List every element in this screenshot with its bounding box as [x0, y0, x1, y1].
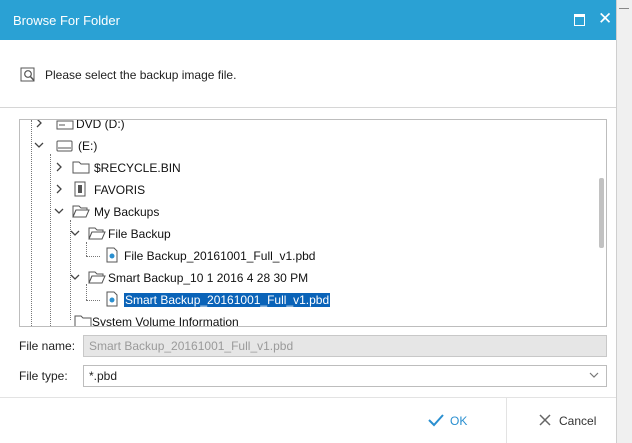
folder-tree[interactable]: DVD (D:) (E:) $RECYCLE.BIN FAVORIS My Ba…	[19, 119, 607, 327]
window-title: Browse For Folder	[13, 13, 120, 28]
close-icon[interactable]: ✕	[598, 9, 612, 29]
file-name-value: Smart Backup_20161001_Full_v1.pbd	[89, 339, 294, 353]
folder-open-icon	[88, 271, 106, 284]
backup-file-icon	[106, 291, 118, 307]
background-window-edge	[616, 0, 632, 443]
drive-icon	[56, 140, 73, 152]
tree-item-system-volume-information[interactable]: System Volume Information	[70, 312, 370, 327]
file-type-label: File type:	[19, 369, 68, 383]
tree-item-file-backup[interactable]: File Backup	[70, 224, 370, 244]
tree-item-label: DVD (D:)	[76, 119, 125, 131]
tree-item-label: (E:)	[78, 139, 98, 153]
tree-item-label: File Backup_20161001_Full_v1.pbd	[124, 249, 316, 263]
instruction-bar: Please select the backup image file.	[0, 40, 616, 108]
tree-item-favoris[interactable]: FAVORIS	[54, 180, 354, 200]
instruction-text: Please select the backup image file.	[45, 68, 237, 82]
maximize-icon[interactable]	[574, 14, 585, 26]
title-bar: Browse For Folder ✕	[0, 0, 616, 40]
tree-item-file-backup-pbd[interactable]: File Backup_20161001_Full_v1.pbd	[104, 246, 404, 266]
cancel-button[interactable]: Cancel	[507, 398, 616, 443]
folder-open-icon	[88, 227, 106, 240]
backup-file-icon	[106, 247, 118, 263]
tree-item-label: File Backup	[108, 227, 171, 241]
cancel-button-label: Cancel	[559, 414, 597, 428]
close-icon	[539, 414, 551, 426]
file-name-field: Smart Backup_20161001_Full_v1.pbd	[83, 335, 607, 357]
dvd-drive-icon	[56, 120, 74, 130]
browse-search-icon	[20, 67, 35, 82]
file-type-value: *.pbd	[89, 369, 118, 383]
checkmark-icon	[428, 414, 444, 427]
tree-item-label-selected: Smart Backup_20161001_Full_v1.pbd	[122, 292, 332, 308]
folder-icon	[72, 161, 90, 174]
tree-item-label: System Volume Information	[92, 315, 239, 327]
expand-arrow-icon[interactable]	[54, 162, 64, 172]
tree-item-smart-backup-pbd[interactable]: Smart Backup_20161001_Full_v1.pbd	[104, 290, 424, 310]
special-folder-icon	[74, 181, 86, 197]
folder-icon	[74, 315, 92, 326]
tree-item-label: Smart Backup_10 1 2016 4 28 30 PM	[108, 271, 309, 285]
tree-item-label: $RECYCLE.BIN	[94, 161, 181, 175]
background-line	[619, 8, 629, 9]
folder-open-icon	[72, 205, 90, 218]
tree-item-label: My Backups	[94, 205, 160, 219]
collapse-arrow-icon[interactable]	[70, 272, 80, 282]
tree-item-my-backups[interactable]: My Backups	[54, 202, 354, 222]
expand-arrow-icon[interactable]	[54, 184, 64, 194]
collapse-arrow-icon[interactable]	[34, 140, 44, 150]
file-type-select[interactable]: *.pbd	[83, 365, 607, 387]
collapse-arrow-icon[interactable]	[54, 206, 64, 216]
ok-button[interactable]: OK	[410, 398, 506, 443]
expand-arrow-icon[interactable]	[34, 119, 44, 128]
tree-item-dvd-drive[interactable]: DVD (D:)	[34, 119, 334, 134]
tree-item-recycle-bin[interactable]: $RECYCLE.BIN	[54, 158, 354, 178]
tree-item-label: FAVORIS	[94, 183, 146, 197]
browse-for-folder-dialog: Browse For Folder ✕ Please select the ba…	[0, 0, 616, 443]
tree-scrollbar-thumb[interactable]	[599, 178, 604, 248]
tree-item-drive-e[interactable]: (E:)	[34, 136, 334, 156]
ok-button-label: OK	[450, 414, 468, 428]
chevron-down-icon	[589, 372, 599, 378]
collapse-arrow-icon[interactable]	[70, 228, 80, 238]
file-name-label: File name:	[19, 339, 76, 353]
tree-item-smart-backup-folder[interactable]: Smart Backup_10 1 2016 4 28 30 PM	[70, 268, 390, 288]
